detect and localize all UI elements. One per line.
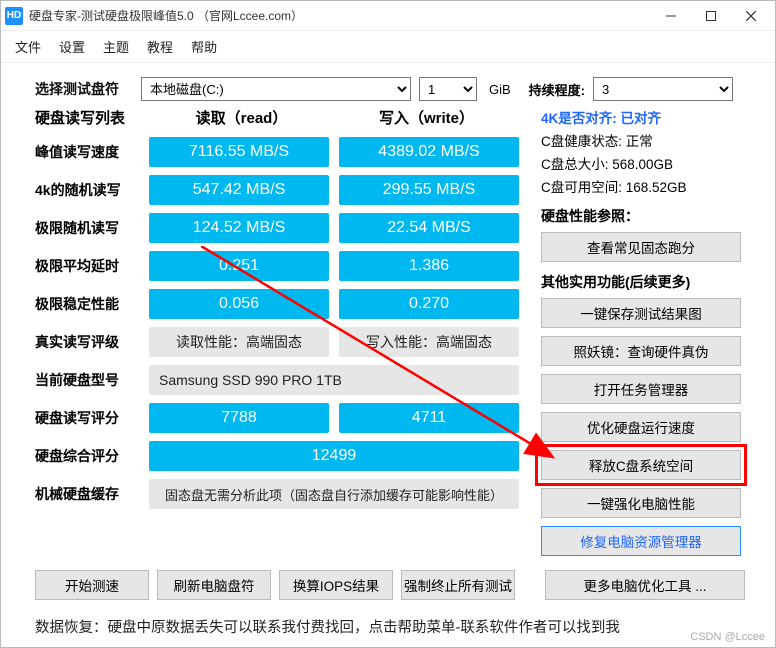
tool-hardware-check[interactable]: 照妖镜：查询硬件真伪 [541,336,741,366]
metric-label-1: 4k的随机读写 [35,171,145,209]
tool-task-manager[interactable]: 打开任务管理器 [541,374,741,404]
perf-ref-title: 硬盘性能参照： [541,206,741,226]
align-value: 已对齐 [621,111,662,126]
score-label: 硬盘读写评分 [35,399,145,437]
free-space-info: C盘可用空间: 168.52GB [541,176,741,196]
peak-read: 7116.55 MB/S [149,137,329,167]
tool-free-c-space[interactable]: 释放C盘系统空间 [541,450,741,480]
model-value: Samsung SSD 990 PRO 1TB [149,365,519,395]
metric-label-4: 极限稳定性能 [35,285,145,323]
score-write: 4711 [339,403,519,433]
app-icon: HD [5,7,23,25]
peak-write: 4389.02 MB/S [339,137,519,167]
grade-write: 写入性能：高端固态 [339,327,519,357]
minimize-button[interactable] [651,2,691,30]
menu-theme[interactable]: 主题 [103,37,129,56]
refresh-disks-button[interactable]: 刷新电脑盘符 [157,570,271,600]
rand-read: 124.52 MB/S [149,213,329,243]
title-bar: HD 硬盘专家-测试硬盘极限峰值5.0 （官网Lccee.com） [1,1,775,31]
size-unit: GiB [489,82,511,97]
metric-label-2: 极限随机读写 [35,209,145,247]
menu-settings[interactable]: 设置 [59,37,85,56]
grade-read: 读取性能：高端固态 [149,327,329,357]
watermark: CSDN @Lccee [690,631,765,643]
tool-fix-explorer[interactable]: 修复电脑资源管理器 [541,526,741,556]
rand-write: 22.54 MB/S [339,213,519,243]
stable-write: 0.270 [339,289,519,319]
read-header: 读取（read） [149,107,334,133]
health-info: C盘健康状态: 正常 [541,130,741,150]
total-label: 硬盘综合评分 [35,437,145,475]
duration-select[interactable]: 3 [593,77,733,101]
window-title: 硬盘专家-测试硬盘极限峰值5.0 （官网Lccee.com） [29,7,651,24]
start-test-button[interactable]: 开始测速 [35,570,149,600]
maximize-button[interactable] [691,2,731,30]
close-button[interactable] [731,2,771,30]
menu-file[interactable]: 文件 [15,37,41,56]
disk-select-label: 选择测试盘符 [35,79,133,99]
menu-help[interactable]: 帮助 [191,37,217,56]
disk-select[interactable]: 本地磁盘(C:) [141,77,411,101]
latency-write: 1.386 [339,251,519,281]
stable-read: 0.056 [149,289,329,319]
model-label: 当前硬盘型号 [35,361,145,399]
metric-label-3: 极限平均延时 [35,247,145,285]
total-size-info: C盘总大小: 568.00GB [541,153,741,173]
menu-bar: 文件 设置 主题 教程 帮助 [1,31,775,63]
tool-save-result[interactable]: 一键保存测试结果图 [541,298,741,328]
write-header: 写入（write） [334,107,519,133]
align-label: 4K是否对齐: [541,111,617,126]
list-header-label: 硬盘读写列表 [35,107,145,133]
cache-value: 固态盘无需分析此项（固态盘自行添加缓存可能影响性能） [149,479,519,509]
4k-read: 547.42 MB/S [149,175,329,205]
metric-label-5: 真实读写评级 [35,323,145,361]
4k-write: 299.55 MB/S [339,175,519,205]
tools-title: 其他实用功能(后续更多) [541,272,741,292]
total-score: 12499 [149,441,519,471]
score-read: 7788 [149,403,329,433]
metric-label-0: 峰值读写速度 [35,133,145,171]
cache-label: 机械硬盘缓存 [35,475,145,513]
more-tools-button[interactable]: 更多电脑优化工具 ... [545,570,745,600]
tool-optimize-disk[interactable]: 优化硬盘运行速度 [541,412,741,442]
latency-read: 0.251 [149,251,329,281]
size-select[interactable]: 1 [419,77,477,101]
duration-label: 持续程度: [529,80,585,99]
perf-ref-button[interactable]: 查看常见固态跑分 [541,232,741,262]
convert-iops-button[interactable]: 换算IOPS结果 [279,570,393,600]
footer-text: 数据恢复：硬盘中原数据丢失可以联系我付费找回，点击帮助菜单-联系软件作者可以找到… [1,612,775,637]
force-stop-button[interactable]: 强制终止所有测试 [401,570,515,600]
menu-tutorial[interactable]: 教程 [147,37,173,56]
tool-boost-pc[interactable]: 一键强化电脑性能 [541,488,741,518]
